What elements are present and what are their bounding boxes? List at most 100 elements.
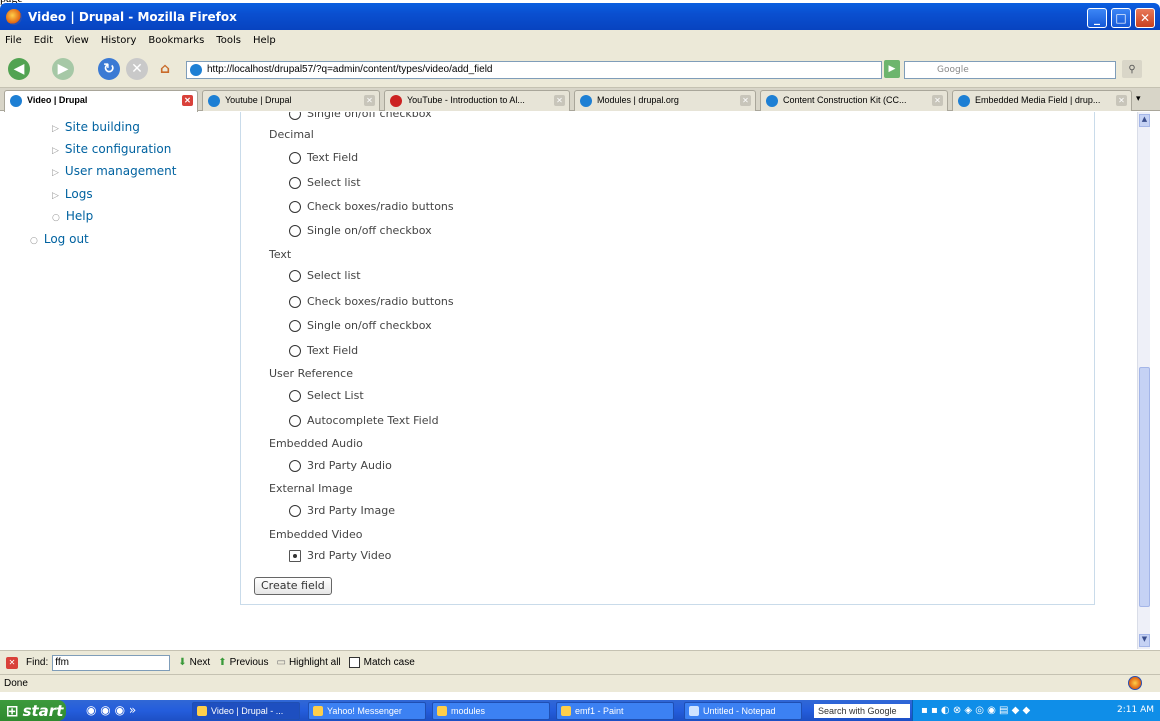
- admin-sidebar: ▷ Site building ▷ Site configuration ▷ User…: [0, 112, 218, 649]
- minimize-button[interactable]: _: [1087, 8, 1107, 28]
- back-button[interactable]: ◀: [8, 58, 30, 80]
- group-decimal: Decimal: [269, 128, 314, 141]
- option-text-text-field[interactable]: Text Field: [289, 344, 358, 357]
- radio-icon[interactable]: [289, 224, 301, 237]
- find-previous-button[interactable]: ⬆ Previous: [218, 657, 268, 668]
- option-3rd-party-image[interactable]: 3rd Party Image: [289, 504, 395, 517]
- scroll-thumb[interactable]: [1139, 367, 1150, 607]
- option-decimal-single-checkbox[interactable]: Single on/off checkbox: [289, 224, 432, 237]
- tab-youtube-intro[interactable]: YouTube - Introduction to Al... ✕: [384, 90, 570, 111]
- option-text-check-boxes[interactable]: Check boxes/radio buttons: [289, 295, 454, 308]
- stop-button[interactable]: ✕: [126, 58, 148, 80]
- tab-list-chevron-down-icon[interactable]: ▾: [1136, 94, 1141, 104]
- sidebar-item-help[interactable]: ○ Help: [52, 209, 93, 223]
- go-button[interactable]: ▶: [884, 60, 900, 78]
- tab-youtube-drupal[interactable]: Youtube | Drupal ✕: [202, 90, 380, 111]
- tab-close-icon[interactable]: ✕: [740, 95, 751, 106]
- option-3rd-party-audio[interactable]: 3rd Party Audio: [289, 459, 392, 472]
- radio-icon[interactable]: [289, 269, 301, 282]
- sidebar-item-label: Log out: [43, 232, 89, 246]
- start-button[interactable]: ⊞ start: [0, 700, 66, 721]
- radio-icon[interactable]: [289, 151, 301, 164]
- find-previous-label: Previous: [229, 657, 269, 668]
- radio-icon[interactable]: [289, 295, 301, 308]
- match-case-checkbox[interactable]: Match case: [348, 657, 415, 668]
- tab-close-icon[interactable]: ✕: [364, 95, 375, 106]
- tray-icons[interactable]: ▪ ▪ ◐ ⊗ ◈ ◎ ◉ ▤ ◆ ◆: [921, 700, 1030, 721]
- option-label: Select list: [307, 176, 361, 189]
- task-paint[interactable]: emf1 - Paint: [556, 702, 674, 720]
- radio-icon[interactable]: [289, 504, 301, 517]
- find-input[interactable]: [52, 654, 171, 671]
- radio-icon[interactable]: [289, 414, 301, 427]
- menu-help[interactable]: Help: [253, 35, 276, 46]
- menu-file[interactable]: File: [5, 35, 22, 46]
- radio-option-partial[interactable]: Single on/off checkbox: [289, 112, 432, 120]
- scroll-up-icon[interactable]: ▲: [1139, 114, 1150, 127]
- option-user-select-list[interactable]: Select List: [289, 389, 364, 402]
- tab-close-icon[interactable]: ✕: [182, 95, 193, 106]
- find-next-button[interactable]: ⬇ Next: [178, 657, 210, 668]
- close-button[interactable]: ✕: [1135, 8, 1155, 28]
- sidebar-item-logs[interactable]: ▷ Logs: [52, 187, 93, 201]
- vertical-scrollbar[interactable]: ▲ ▼: [1137, 112, 1150, 649]
- highlight-icon: ▭: [276, 657, 286, 668]
- url-input[interactable]: http://localhost/drupal57/?q=admin/conte…: [186, 61, 882, 79]
- taskbar-search-input[interactable]: Search with Google: [814, 704, 910, 718]
- task-label: modules: [451, 706, 486, 716]
- triangle-icon: ▷: [52, 124, 59, 134]
- sidebar-item-site-configuration[interactable]: ▷ Site configuration: [52, 142, 171, 156]
- tab-embedded-media-field[interactable]: Embedded Media Field | drup... ✕: [952, 90, 1132, 111]
- create-field-button[interactable]: Create field: [254, 577, 332, 595]
- menu-edit[interactable]: Edit: [34, 35, 53, 46]
- radio-icon[interactable]: [289, 176, 301, 189]
- option-decimal-check-boxes[interactable]: Check boxes/radio buttons: [289, 200, 454, 213]
- menu-history[interactable]: History: [101, 35, 137, 46]
- tab-modules-drupal-org[interactable]: Modules | drupal.org ✕: [574, 90, 756, 111]
- radio-checked-icon[interactable]: [289, 549, 301, 562]
- forward-button[interactable]: ▶: [52, 58, 74, 80]
- checkbox-icon[interactable]: [348, 657, 360, 668]
- radio-icon[interactable]: [289, 389, 301, 402]
- windows-logo-icon: ⊞: [6, 701, 19, 720]
- option-decimal-text-field[interactable]: Text Field: [289, 151, 358, 164]
- scroll-down-icon[interactable]: ▼: [1139, 634, 1150, 647]
- page-viewport: ▷ Site building ▷ Site configuration ▷ User…: [0, 112, 1147, 649]
- radio-icon[interactable]: [289, 459, 301, 472]
- task-notepad[interactable]: Untitled - Notepad: [684, 702, 802, 720]
- task-firefox[interactable]: Video | Drupal - ...: [192, 702, 300, 720]
- menu-view[interactable]: View: [65, 35, 89, 46]
- search-input[interactable]: Google: [904, 61, 1116, 79]
- option-3rd-party-video[interactable]: 3rd Party Video: [289, 549, 391, 562]
- search-icon[interactable]: ⚲: [1122, 60, 1142, 78]
- option-text-single-checkbox[interactable]: Single on/off checkbox: [289, 319, 432, 332]
- radio-icon[interactable]: [289, 112, 301, 120]
- tab-close-icon[interactable]: ✕: [554, 95, 565, 106]
- find-bar: ✕ Find: ⬇Next ⬆Previous ▭Highlight all M…: [0, 650, 1160, 674]
- sidebar-item-user-management[interactable]: ▷ User management: [52, 164, 176, 178]
- sidebar-item-log-out[interactable]: ○ Log out: [30, 232, 89, 246]
- task-modules[interactable]: modules: [432, 702, 550, 720]
- radio-icon[interactable]: [289, 344, 301, 357]
- radio-icon[interactable]: [289, 200, 301, 213]
- radio-icon[interactable]: [289, 319, 301, 332]
- highlight-all-button[interactable]: ▭ Highlight all: [276, 657, 340, 668]
- tab-close-icon[interactable]: ✕: [1116, 95, 1127, 106]
- sidebar-item-site-building[interactable]: ▷ Site building: [52, 120, 140, 134]
- firefox-icon: [197, 706, 207, 716]
- option-decimal-select-list[interactable]: Select list: [289, 176, 361, 189]
- quicklaunch-icons[interactable]: ◉ ◉ ◉ »: [86, 703, 136, 717]
- option-user-autocomplete[interactable]: Autocomplete Text Field: [289, 414, 439, 427]
- maximize-button[interactable]: □: [1111, 8, 1131, 28]
- tab-video-drupal[interactable]: Video | Drupal ✕: [4, 90, 198, 112]
- task-yahoo-messenger[interactable]: Yahoo! Messenger: [308, 702, 426, 720]
- option-text-select-list[interactable]: Select list: [289, 269, 361, 282]
- menu-bookmarks[interactable]: Bookmarks: [148, 35, 204, 46]
- find-close-icon[interactable]: ✕: [6, 656, 18, 669]
- tab-close-icon[interactable]: ✕: [932, 95, 943, 106]
- menu-tools[interactable]: Tools: [216, 35, 241, 46]
- reload-button[interactable]: ↻: [98, 58, 120, 80]
- tab-cck[interactable]: Content Construction Kit (CC... ✕: [760, 90, 948, 111]
- clock: 2:11 AM: [1117, 705, 1154, 715]
- home-button[interactable]: ⌂: [154, 58, 176, 80]
